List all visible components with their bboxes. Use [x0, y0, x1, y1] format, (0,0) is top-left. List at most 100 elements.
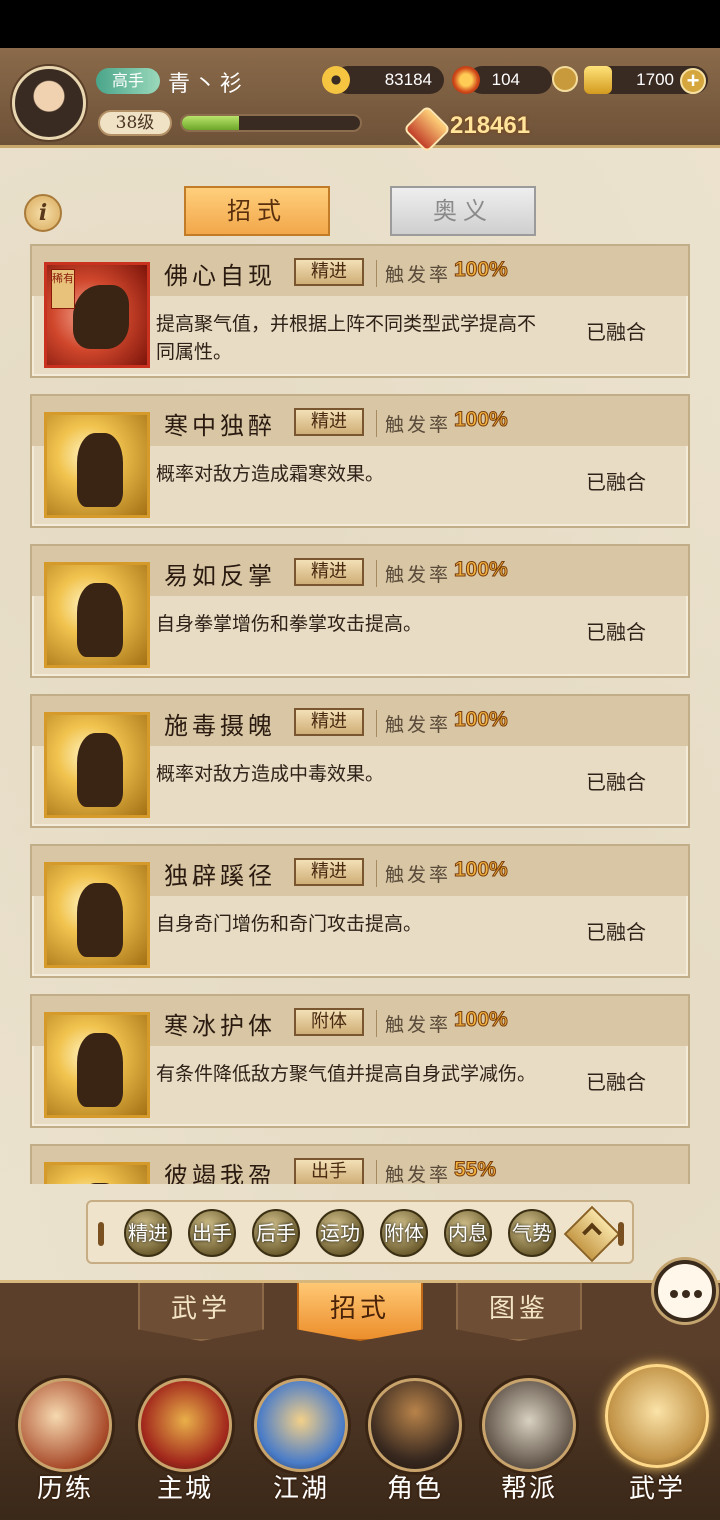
skill-tag: 附体 — [294, 1008, 364, 1036]
swords-icon — [254, 1378, 348, 1472]
skill-card[interactable]: 稀有 佛心自现 精进 触发率 100% 提高聚气值，并根据上阵不同类型武学提高不… — [30, 244, 690, 378]
skill-description: 自身拳掌增伤和拳掌攻击提高。 — [156, 613, 423, 635]
skill-name: 寒中独醉 — [164, 412, 276, 440]
nav-label: 历练 — [36, 1474, 93, 1504]
skill-description: 自身奇门增伤和奇门攻击提高。 — [156, 913, 423, 935]
subtab-codex[interactable]: 图鉴 — [456, 1283, 582, 1341]
combat-power-icon — [402, 104, 452, 154]
player-name: 青丶衫 — [168, 72, 247, 97]
skill-card[interactable]: 寒中独醉 精进 触发率 100% 概率对敌方造成霜寒效果。 已融合 — [30, 394, 690, 528]
gold-add-button[interactable]: + — [680, 68, 706, 94]
nav-jianghu[interactable]: 江湖 — [246, 1378, 356, 1508]
skill-description: 提高聚气值，并根据上阵不同类型武学提高不同属性。 — [156, 313, 537, 363]
poison-hand-icon — [44, 712, 150, 818]
player-header: 高手 青丶衫 38级 83184 104 1700 + 218461 — [0, 48, 720, 154]
trigger-value: 100% — [454, 258, 509, 282]
skill-name: 寒冰护体 — [164, 1012, 276, 1040]
filter-attach[interactable]: 附体 — [380, 1209, 428, 1257]
copper-coin-icon — [322, 66, 350, 94]
skill-status: 已融合 — [586, 920, 646, 944]
trigger-value: 100% — [454, 1008, 509, 1032]
xp-fill — [182, 116, 239, 130]
energy-icon — [452, 66, 480, 94]
scroll-icon — [605, 1364, 709, 1468]
hat-warrior-icon — [368, 1378, 462, 1472]
sword-icon — [18, 1378, 112, 1472]
energy-add-icon[interactable] — [552, 66, 578, 92]
skill-card[interactable]: 寒冰护体 附体 触发率 100% 有条件降低敌方聚气值并提高自身武学减伤。 已融… — [30, 994, 690, 1128]
filter-momentum[interactable]: 气势 — [508, 1209, 556, 1257]
skill-tag: 精进 — [294, 708, 364, 736]
skill-card[interactable]: 易如反掌 精进 触发率 100% 自身拳掌增伤和拳掌攻击提高。 已融合 — [30, 544, 690, 678]
skill-tag: 出手 — [294, 1158, 364, 1184]
trigger-label: 触发率 — [376, 710, 451, 737]
skill-status: 已融合 — [586, 320, 646, 344]
copper-amount: 83184 — [334, 66, 444, 94]
trigger-value: 100% — [454, 708, 509, 732]
trigger-label: 触发率 — [376, 410, 451, 437]
tab-moves[interactable]: 招式 — [184, 186, 330, 236]
trigger-value: 55% — [453, 1158, 497, 1182]
skill-tag: 精进 — [294, 408, 364, 436]
subtab-martial-arts[interactable]: 武学 — [138, 1283, 264, 1341]
tab-secrets[interactable]: 奥义 — [390, 186, 536, 236]
info-button[interactable]: i — [24, 194, 62, 232]
chevron-up-icon[interactable] — [563, 1205, 621, 1263]
nav-label: 角色 — [386, 1474, 443, 1504]
nav-label: 武学 — [628, 1474, 685, 1504]
nav-training[interactable]: 历练 — [10, 1378, 120, 1508]
skill-icon — [44, 1162, 150, 1184]
status-bar — [0, 0, 720, 48]
skill-tag: 精进 — [294, 558, 364, 586]
filter-refine[interactable]: 精进 — [124, 1209, 172, 1257]
nav-character[interactable]: 角色 — [360, 1378, 470, 1508]
app-root: 高手 青丶衫 38级 83184 104 1700 + 218461 i 招式 … — [0, 48, 720, 1520]
gold-ingot-icon — [584, 66, 612, 94]
skill-status: 已融合 — [586, 620, 646, 644]
filter-bar-cap — [618, 1222, 624, 1246]
trigger-label: 触发率 — [376, 260, 451, 287]
skill-status: 已融合 — [586, 770, 646, 794]
nav-label: 主城 — [156, 1474, 213, 1504]
filter-counter[interactable]: 后手 — [252, 1209, 300, 1257]
skill-card[interactable]: 施毒摄魄 精进 触发率 100% 概率对敌方造成中毒效果。 已融合 — [30, 694, 690, 828]
palace-icon — [138, 1378, 232, 1472]
skill-name: 施毒摄魄 — [164, 712, 276, 740]
filter-breath[interactable]: 内息 — [444, 1209, 492, 1257]
skill-name: 独辟蹊径 — [164, 862, 276, 890]
trigger-label: 触发率 — [376, 860, 451, 887]
xp-bar — [180, 114, 362, 132]
subtab-moves[interactable]: 招式 — [297, 1283, 423, 1341]
nav-martial-arts[interactable]: 武学 — [602, 1364, 712, 1508]
category-filter-bar: 精进 出手 后手 运功 附体 内息 气势 — [86, 1200, 634, 1264]
bottom-nav: 历练 主城 江湖 角色 帮派 武学 — [0, 1348, 720, 1520]
nav-main-city[interactable]: 主城 — [130, 1378, 240, 1508]
ice-warrior-icon — [44, 1012, 150, 1118]
avatar[interactable] — [12, 66, 86, 140]
praying-hands-icon: 稀有 — [44, 262, 150, 368]
filter-bar-cap — [98, 1222, 104, 1246]
skill-description: 概率对敌方造成霜寒效果。 — [156, 463, 385, 485]
skill-card[interactable]: 彼竭我盈 出手 触发率 55% — [30, 1144, 690, 1184]
trigger-value: 100% — [454, 558, 509, 582]
skill-status: 已融合 — [586, 1070, 646, 1094]
skill-description: 概率对敌方造成中毒效果。 — [156, 763, 385, 785]
frost-figure-icon — [44, 412, 150, 518]
skill-card[interactable]: 独辟蹊径 精进 触发率 100% 自身奇门增伤和奇门攻击提高。 已融合 — [30, 844, 690, 978]
palm-strike-icon — [44, 562, 150, 668]
trigger-label: 触发率 — [376, 1010, 451, 1037]
nav-guild[interactable]: 帮派 — [474, 1378, 584, 1508]
rare-tag: 稀有 — [51, 269, 75, 309]
skill-name: 易如反掌 — [164, 562, 276, 590]
skill-status: 已融合 — [586, 470, 646, 494]
sub-tab-bar: 武学 招式 图鉴 — [0, 1280, 720, 1350]
skill-list[interactable]: 稀有 佛心自现 精进 触发率 100% 提高聚气值，并根据上阵不同类型武学提高不… — [30, 244, 690, 1184]
chat-bubble-icon[interactable] — [654, 1260, 716, 1322]
trigger-label: 触发率 — [376, 1160, 451, 1184]
skill-description: 有条件降低敌方聚气值并提高自身武学减伤。 — [156, 1063, 537, 1085]
trigger-value: 100% — [454, 858, 509, 882]
energy-amount: 104 — [468, 66, 552, 94]
filter-channel[interactable]: 运功 — [316, 1209, 364, 1257]
skill-name: 彼竭我盈 — [164, 1162, 276, 1184]
filter-strike[interactable]: 出手 — [188, 1209, 236, 1257]
